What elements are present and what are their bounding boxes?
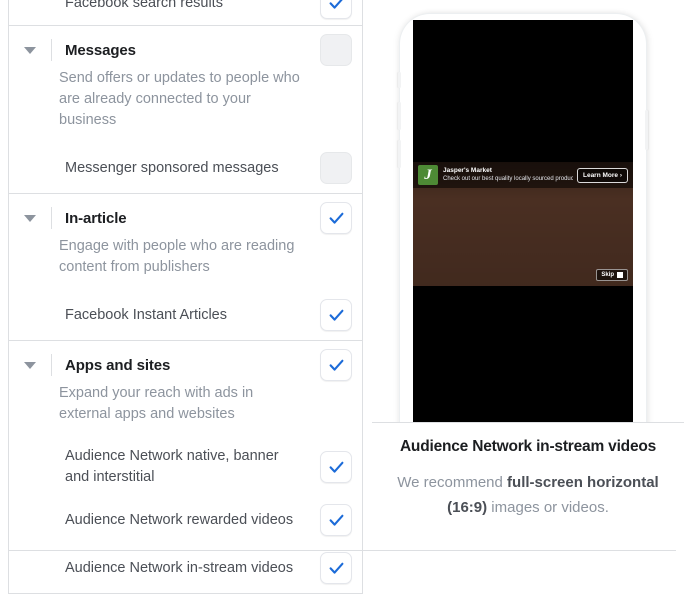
skip-forward-icon — [617, 272, 623, 278]
check-icon — [329, 461, 343, 473]
placement-label-an-native-banner-interstitial: Audience Network native, banner and inte… — [65, 448, 279, 485]
section-description-in-article: Engage with people who are reading conte… — [59, 238, 295, 275]
ad-info-overlay: J Jasper's Market Check out our best qua… — [413, 162, 633, 188]
section-header-apps-and-sites[interactable]: Apps and sites — [9, 341, 362, 387]
check-icon — [329, 514, 343, 526]
caption-text-prefix: We recommend — [397, 474, 508, 491]
learn-more-button[interactable]: Learn More › — [576, 167, 628, 183]
checkbox-messenger-sponsored-messages[interactable] — [320, 152, 352, 184]
advertiser-logo-icon: J — [418, 165, 438, 185]
placements-panel: Facebook search results Messages Send of… — [8, 0, 363, 594]
ad-text-block: Jasper's Market Check out our best quali… — [438, 166, 573, 184]
ad-tagline: Check out our best quality locally sourc… — [443, 176, 573, 182]
placement-label-facebook-search-results: Facebook search results — [65, 0, 223, 11]
placement-label-an-rewarded-videos: Audience Network rewarded videos — [65, 511, 294, 528]
in-stream-video-ad[interactable]: J Jasper's Market Check out our best qua… — [413, 162, 633, 286]
chevron-down-icon — [24, 361, 36, 369]
phone-power-button-icon — [645, 110, 648, 150]
checkbox-facebook-instant-articles[interactable] — [320, 299, 352, 331]
placement-row-facebook-search-results[interactable]: Facebook search results — [9, 0, 362, 25]
placement-row-an-rewarded-videos[interactable]: Audience Network rewarded videos — [9, 497, 362, 545]
section-description-messages: Send offers or updates to people who are… — [59, 70, 300, 128]
check-icon — [329, 212, 343, 224]
section-title-messages: Messages — [65, 41, 136, 59]
checkbox-an-rewarded-videos[interactable] — [320, 504, 352, 536]
placement-row-messenger-sponsored-messages[interactable]: Messenger sponsored messages — [9, 145, 362, 193]
phone-volume-up-icon — [398, 102, 401, 130]
checkbox-apps-and-sites[interactable] — [320, 349, 352, 381]
preview-caption: Audience Network in-stream videos We rec… — [372, 436, 684, 520]
check-icon — [329, 309, 343, 321]
checkbox-an-in-stream-videos[interactable] — [320, 552, 352, 584]
section-description-apps-and-sites: Expand your reach with ads in external a… — [59, 385, 254, 422]
section-toggle-apps-and-sites[interactable] — [9, 343, 51, 387]
placements-preview-screen: Facebook search results Messages Send of… — [0, 0, 684, 594]
phone-mute-switch-icon — [398, 72, 401, 88]
advertiser-name: Jasper's Market — [443, 167, 492, 174]
section-toggle-messages[interactable] — [9, 28, 51, 72]
checkbox-messages[interactable] — [320, 34, 352, 66]
check-icon — [329, 359, 343, 371]
check-icon — [329, 0, 342, 9]
placement-row-facebook-instant-articles[interactable]: Facebook Instant Articles — [9, 292, 362, 340]
placement-section-apps-and-sites: Apps and sites Expand your reach with ad… — [9, 340, 362, 593]
preview-divider — [372, 422, 684, 423]
placements-list: Facebook search results Messages Send of… — [8, 0, 363, 594]
preview-caption-title: Audience Network in-stream videos — [399, 438, 657, 455]
placement-row-an-native-banner-interstitial[interactable]: Audience Network native, banner and inte… — [9, 439, 362, 497]
placement-row-an-in-stream-videos[interactable]: Audience Network in-stream videos — [9, 545, 362, 593]
caption-text-suffix: images or videos. — [487, 499, 609, 516]
placement-label-an-in-stream-videos: Audience Network in-stream videos — [65, 559, 294, 576]
placement-section-in-article: In-article Engage with people who are re… — [9, 193, 362, 340]
placement-preview-panel: J Jasper's Market Check out our best qua… — [372, 0, 684, 556]
placement-label-facebook-instant-articles: Facebook Instant Articles — [65, 306, 227, 323]
placement-label-messenger-sponsored-messages: Messenger sponsored messages — [65, 159, 279, 176]
preview-caption-body: We recommend full-screen horizontal (16:… — [372, 458, 684, 520]
section-toggle-in-article[interactable] — [9, 196, 51, 240]
checkbox-facebook-search-results[interactable] — [320, 0, 352, 19]
chevron-down-icon — [24, 214, 36, 222]
section-header-messages[interactable]: Messages — [9, 26, 362, 72]
phone-preview-viewport: J Jasper's Market Check out our best qua… — [372, 0, 684, 422]
phone-mockup: J Jasper's Market Check out our best qua… — [398, 14, 648, 422]
skip-ad-label: Skip — [601, 272, 614, 278]
page-bottom-divider — [8, 550, 676, 551]
placement-section-search-results: Facebook search results — [9, 0, 362, 25]
section-title-apps-and-sites: Apps and sites — [65, 356, 171, 374]
chevron-down-icon — [24, 46, 36, 54]
placement-section-messages: Messages Send offers or updates to peopl… — [9, 25, 362, 193]
phone-volume-down-icon — [398, 140, 401, 168]
section-title-in-article: In-article — [65, 209, 127, 227]
checkbox-an-native-banner-interstitial[interactable] — [320, 451, 352, 483]
phone-screen: J Jasper's Market Check out our best qua… — [413, 20, 633, 422]
check-icon — [329, 562, 343, 574]
skip-ad-button[interactable]: Skip — [596, 269, 628, 281]
checkbox-in-article[interactable] — [320, 202, 352, 234]
section-header-in-article[interactable]: In-article — [9, 194, 362, 240]
